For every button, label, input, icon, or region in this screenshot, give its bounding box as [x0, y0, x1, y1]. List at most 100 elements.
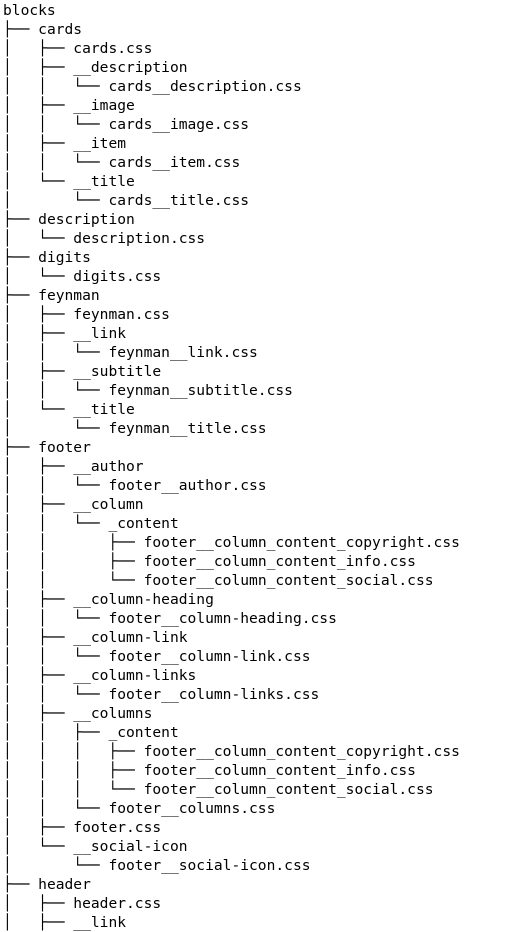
tree-row: │ ├── __column-links [3, 666, 460, 685]
file-name: cards__image.css [108, 116, 250, 133]
tree-row: │ │ └── feynman__link.css [3, 343, 460, 362]
file-name: digits.css [73, 268, 162, 285]
folder-name: _content [108, 724, 179, 741]
file-name: cards.css [73, 40, 153, 57]
file-name: footer__column_content_copyright.css [143, 743, 460, 760]
tree-row: │ ├── footer.css [3, 818, 460, 837]
tree-row: │ │ ├── _content [3, 723, 460, 742]
file-name: footer__author.css [108, 477, 267, 494]
folder-name: header [38, 876, 91, 893]
tree-row: │ ├── cards.css [3, 39, 460, 58]
tree-row: │ │ └── footer__column-heading.css [3, 609, 460, 628]
tree-connector: │ └── [3, 401, 74, 418]
tree-row: │ ├── header.css [3, 894, 460, 913]
tree-row: │ ├── __subtitle [3, 362, 460, 381]
tree-row: │ ├── __image [3, 96, 460, 115]
tree-connector: │ ├── [3, 667, 74, 684]
tree-row: │ ├── __column-link [3, 628, 460, 647]
tree-connector: │ │ └── [3, 610, 109, 627]
tree-connector: │ │ └── [3, 800, 109, 817]
tree-row: │ ├── __description [3, 58, 460, 77]
tree-row: │ │ ├── footer__column_content_copyright… [3, 533, 460, 552]
tree-row: │ ├── __author [3, 457, 460, 476]
tree-row: │ │ └── footer__columns.css [3, 799, 460, 818]
tree-connector: ├── [3, 21, 39, 38]
tree-connector: │ ├── [3, 914, 74, 931]
tree-row: │ └── footer__social-icon.css [3, 856, 460, 875]
tree-row: │ ├── __item [3, 134, 460, 153]
folder-name: __item [73, 135, 127, 152]
folder-name: feynman [38, 287, 100, 304]
tree-row: │ └── __title [3, 400, 460, 419]
folder-name: __columns [73, 705, 153, 722]
folder-name: __image [73, 97, 135, 114]
tree-connector: │ │ └── [3, 572, 144, 589]
tree-connector: │ ├── [3, 496, 74, 513]
tree-row: │ └── cards__title.css [3, 191, 460, 210]
tree-connector: │ ├── [3, 59, 74, 76]
folder-name: _content [108, 515, 179, 532]
folder-name: __column-link [73, 629, 188, 646]
directory-tree: blocks ├── cards │ ├── cards.css │ ├── __de… [3, 1, 460, 932]
tree-row: │ │ └── cards__item.css [3, 153, 460, 172]
tree-row: │ │ │ ├── footer__column_content_copyrig… [3, 742, 460, 761]
tree-row: │ │ └── footer__column-link.css [3, 647, 460, 666]
file-name: feynman__link.css [108, 344, 258, 361]
tree-connector: │ │ │ ├── [3, 762, 144, 779]
tree-row: │ │ └── cards__image.css [3, 115, 460, 134]
tree-connector: │ │ └── [3, 154, 109, 171]
tree-connector: │ │ └── [3, 477, 109, 494]
tree-connector: │ ├── [3, 325, 74, 342]
file-name: header.css [73, 895, 162, 912]
file-name: footer__columns.css [108, 800, 276, 817]
folder-name: __title [73, 173, 135, 190]
file-name: footer__column_content_info.css [143, 762, 416, 779]
tree-connector: │ │ │ ├── [3, 743, 144, 760]
file-name: cards__description.css [108, 78, 302, 95]
tree-connector: │ ├── [3, 458, 74, 475]
tree-connector: │ └── [3, 173, 74, 190]
file-name: feynman.css [73, 306, 170, 323]
tree-connector: ├── [3, 211, 39, 228]
folder-name: __subtitle [73, 363, 162, 380]
file-name: cards__title.css [108, 192, 250, 209]
tree-connector: │ │ └── [3, 515, 109, 532]
file-name: footer__social-icon.css [108, 857, 311, 874]
tree-connector: │ │ └── [3, 648, 109, 665]
tree-row: │ ├── __column [3, 495, 460, 514]
tree-row: │ ├── __column-heading [3, 590, 460, 609]
tree-row: │ ├── __columns [3, 704, 460, 723]
tree-row: │ │ └── _content [3, 514, 460, 533]
tree-row: ├── header [3, 875, 460, 894]
tree-row: ├── description [3, 210, 460, 229]
tree-connector: ├── [3, 249, 39, 266]
file-name: footer__column-link.css [108, 648, 311, 665]
tree-row: ├── footer [3, 438, 460, 457]
tree-row: │ │ └── cards__description.css [3, 77, 460, 96]
tree-root-name: blocks [3, 2, 56, 19]
tree-row: │ └── feynman__title.css [3, 419, 460, 438]
file-name: footer__column-links.css [108, 686, 320, 703]
file-name: description.css [73, 230, 206, 247]
tree-connector: │ ├── [3, 306, 74, 323]
file-name: footer__column_content_social.css [143, 781, 434, 798]
tree-connector: │ ├── [3, 819, 74, 836]
folder-name: __link [73, 325, 127, 342]
tree-connector: │ │ ├── [3, 724, 109, 741]
tree-connector: ├── [3, 876, 39, 893]
tree-connector: │ └── [3, 838, 74, 855]
tree-connector: │ ├── [3, 40, 74, 57]
file-name: footer__column_content_copyright.css [143, 534, 460, 551]
tree-connector: │ │ ├── [3, 534, 144, 551]
tree-row: │ │ └── footer__column_content_social.cs… [3, 571, 460, 590]
file-name: footer.css [73, 819, 162, 836]
tree-connector: │ ├── [3, 97, 74, 114]
tree-connector: │ ├── [3, 363, 74, 380]
folder-name: __column [73, 496, 144, 513]
tree-row: │ ├── __link [3, 324, 460, 343]
tree-row: │ ├── __link [3, 913, 460, 932]
folder-name: cards [38, 21, 83, 38]
folder-name: __link [73, 914, 127, 931]
tree-connector: │ └── [3, 230, 74, 247]
tree-connector: │ ├── [3, 135, 74, 152]
